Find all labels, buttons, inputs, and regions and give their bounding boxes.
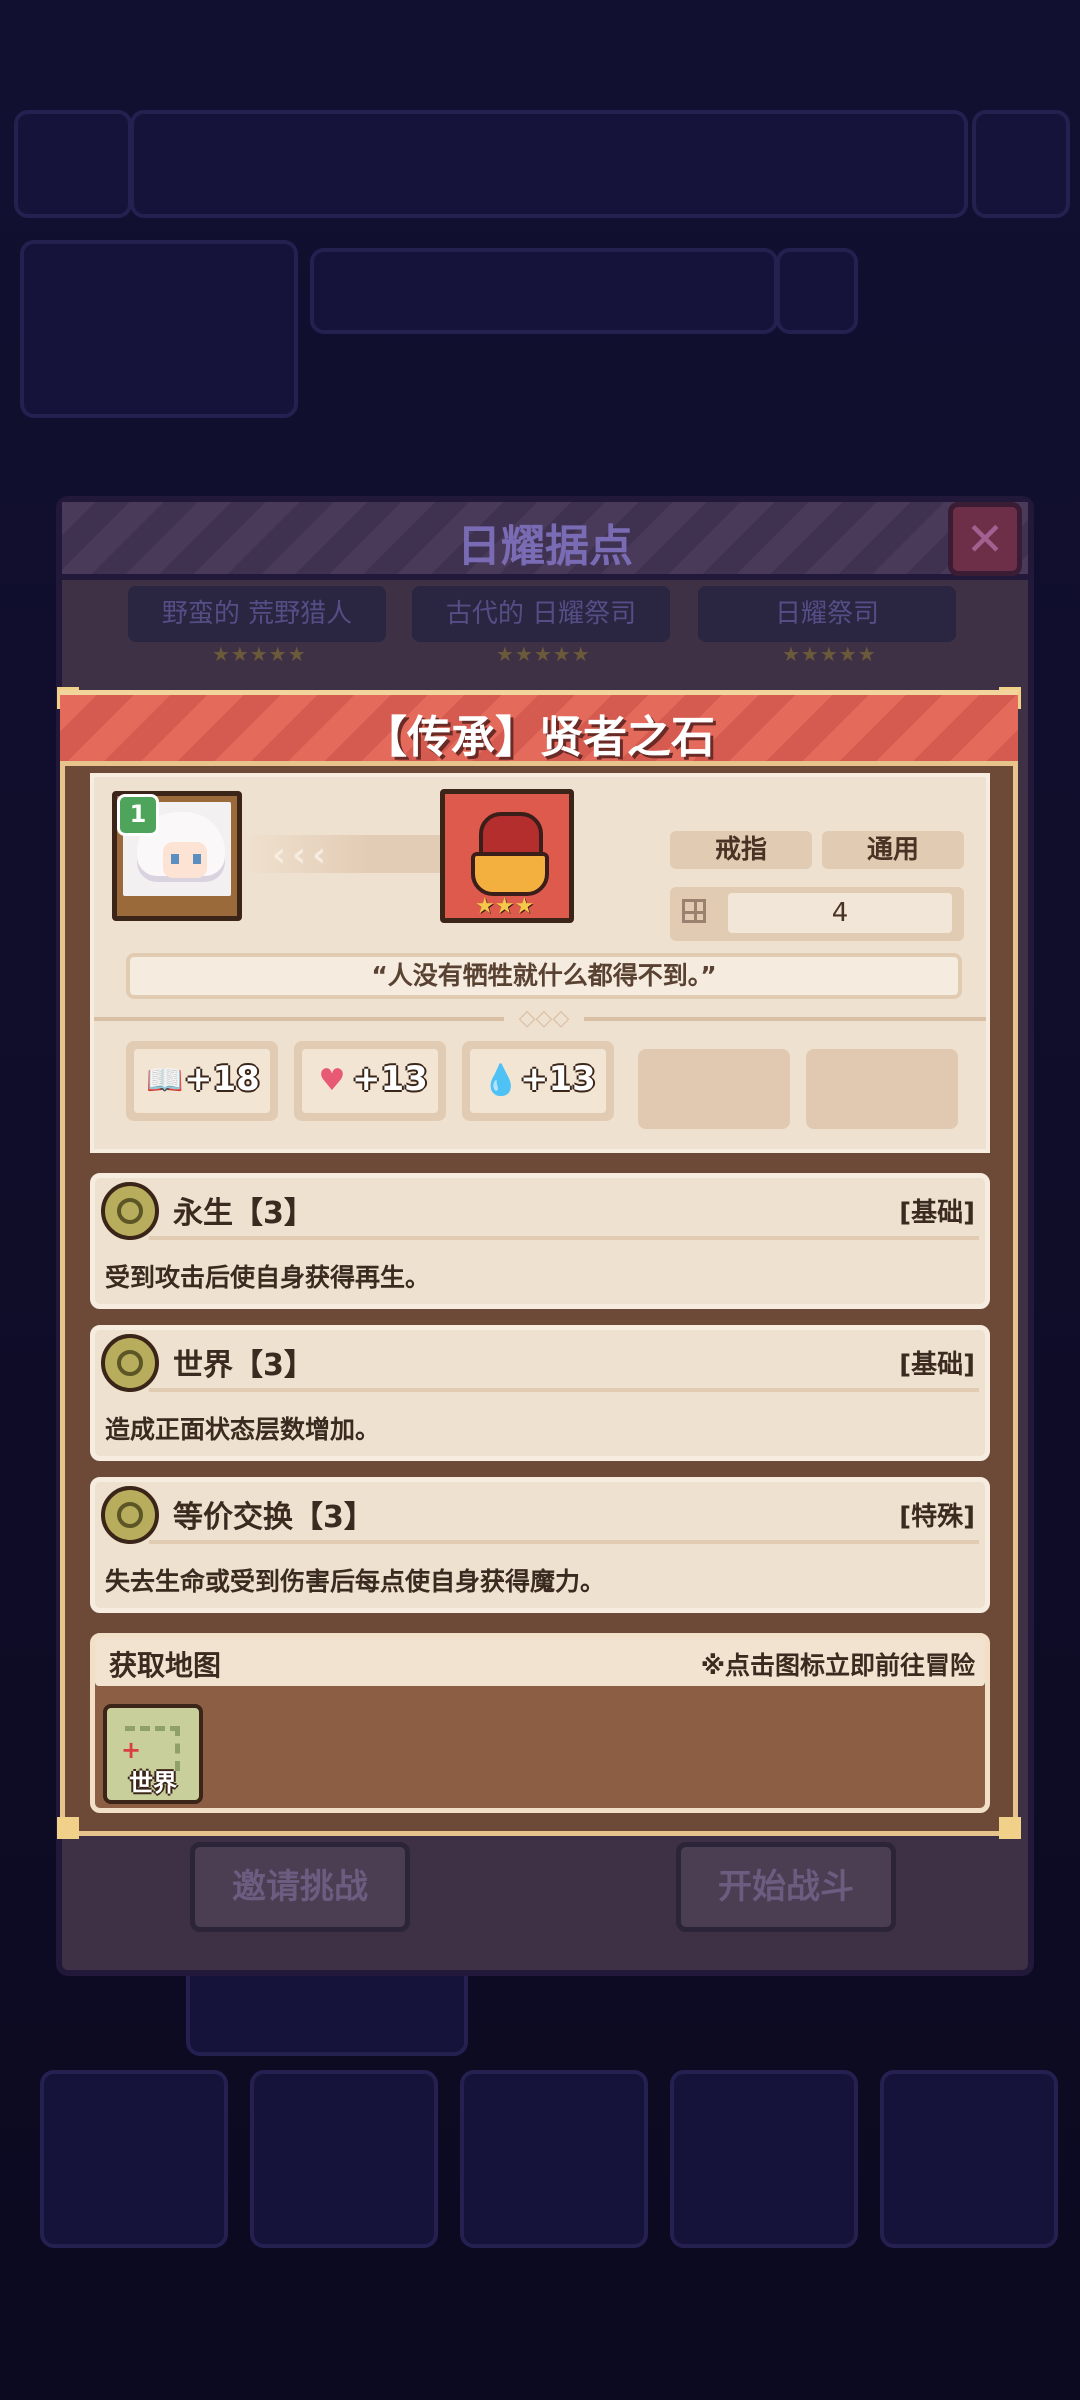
skill-type: [特殊]: [899, 1502, 975, 1532]
skill-card-2[interactable]: 世界【3】 [基础] 造成正面状态层数增加。: [90, 1325, 990, 1461]
background-nav-slot-1: [40, 2070, 228, 2248]
stronghold-title: 日耀据点: [457, 521, 633, 572]
stat-water: 💧 +13: [462, 1041, 614, 1121]
acquire-map-header: 获取地图 ※点击图标立即前往冒险: [95, 1638, 985, 1686]
chevron-left-icon: ‹: [272, 835, 287, 875]
close-icon[interactable]: ✕: [948, 502, 1022, 576]
enemy-tab-3[interactable]: 日耀祭司: [698, 586, 956, 642]
background-nav-slot-2: [250, 2070, 438, 2248]
stat-heart: ♥ +13: [294, 1041, 446, 1121]
book-icon: 📖: [146, 1063, 184, 1098]
hero-eye: [171, 854, 179, 864]
skill-emblem-icon: [101, 1486, 159, 1544]
background-nav-slot-5: [880, 2070, 1058, 2248]
enemy-stars-3: ★★★★★: [782, 642, 877, 666]
item-count: 4: [728, 893, 952, 933]
stat-empty-slot: [806, 1049, 958, 1129]
background-nav-slot-3: [460, 2070, 648, 2248]
acquire-map-title: 获取地图: [109, 1649, 222, 1682]
stat-empty-slot: [638, 1049, 790, 1129]
background-map-button: [776, 248, 858, 334]
background-top-bar: [130, 110, 968, 218]
skill-type: [基础]: [899, 1198, 975, 1228]
stat-heart-inner: ♥ +13: [302, 1049, 438, 1113]
enemy-tab-2[interactable]: 古代的 日耀祭司: [412, 586, 670, 642]
stat-book-value: +18: [184, 1059, 260, 1099]
background-location-banner: [310, 248, 778, 334]
hero-eye: [193, 854, 201, 864]
skill-name: 永生【3】: [173, 1196, 314, 1231]
class-tag: 通用: [822, 831, 964, 869]
stronghold-title-bar: 日耀据点: [62, 502, 1028, 580]
acquire-map-hint: ※点击图标立即前往冒险: [700, 1651, 975, 1680]
item-quote: “人没有牺牲就什么都得不到。”: [126, 953, 962, 999]
enemy-stars-1: ★★★★★: [212, 642, 307, 666]
item-count-row: 4: [670, 887, 964, 941]
background-avatar-frame: [14, 110, 132, 218]
stat-heart-value: +13: [352, 1059, 428, 1099]
inventory-icon: [682, 899, 706, 923]
chevron-left-icon: ‹: [312, 835, 327, 875]
stat-water-value: +13: [520, 1059, 596, 1099]
skill-emblem-icon: [101, 1182, 159, 1240]
item-icon-frame: ★★★: [440, 789, 574, 923]
enemy-tab-1[interactable]: 野蛮的 荒野猎人: [128, 586, 386, 642]
stat-book-inner: 📖 +18: [134, 1049, 270, 1113]
stat-water-inner: 💧 +13: [470, 1049, 606, 1113]
divider-ornament: ◇◇◇: [504, 1007, 584, 1031]
item-detail-modal: 【传承】贤者之石 ‹ ‹ ‹ 1 ★★★ 戒指 通用 4 “人没有牺牲就什么都得…: [57, 687, 1021, 1839]
background-quest-panel: [20, 240, 298, 418]
skill-description: 受到攻击后使自身获得再生。: [105, 1263, 431, 1292]
chevron-left-icon: ‹: [292, 835, 307, 875]
skill-description: 失去生命或受到伤害后每点使自身获得魔力。: [105, 1567, 606, 1596]
map-world-label: 世界: [129, 1769, 177, 1797]
map-marker-icon: +: [121, 1736, 142, 1764]
invite-challenge-button[interactable]: 邀请挑战: [190, 1842, 410, 1932]
background-menu-button: [972, 110, 1070, 218]
frame-corner: [57, 1817, 79, 1839]
rarity-stars: ★★★: [475, 894, 535, 919]
ring-band-icon: [471, 852, 549, 896]
frame-corner: [999, 1817, 1021, 1839]
item-title-banner: 【传承】贤者之石: [60, 690, 1018, 766]
skill-emblem-icon: [101, 1334, 159, 1392]
item-title: 【传承】贤者之石: [363, 712, 715, 763]
heart-icon: ♥: [318, 1063, 346, 1098]
stat-book: 📖 +18: [126, 1041, 278, 1121]
hero-portrait[interactable]: 1: [112, 791, 242, 921]
water-drop-icon: 💧: [482, 1063, 520, 1098]
skill-name: 世界【3】: [173, 1348, 314, 1383]
skill-name: 等价交换【3】: [173, 1500, 374, 1535]
acquire-map-section: 获取地图 ※点击图标立即前往冒险 + 世界: [90, 1633, 990, 1813]
background-nav-slot-4: [670, 2070, 858, 2248]
hero-level-badge: 1: [117, 794, 159, 836]
item-info-panel: ‹ ‹ ‹ 1 ★★★ 戒指 通用 4 “人没有牺牲就什么都得不到。” ◇◇◇ …: [90, 773, 990, 1153]
start-battle-button[interactable]: 开始战斗: [676, 1842, 896, 1932]
enemy-stars-2: ★★★★★: [496, 642, 591, 666]
skill-card-3[interactable]: 等价交换【3】 [特殊] 失去生命或受到伤害后每点使自身获得魔力。: [90, 1477, 990, 1613]
map-world-button[interactable]: + 世界: [103, 1704, 203, 1804]
skill-description: 造成正面状态层数增加。: [105, 1415, 381, 1444]
slot-tag: 戒指: [670, 831, 812, 869]
skill-card-1[interactable]: 永生【3】 [基础] 受到攻击后使自身获得再生。: [90, 1173, 990, 1309]
skill-type: [基础]: [899, 1350, 975, 1380]
